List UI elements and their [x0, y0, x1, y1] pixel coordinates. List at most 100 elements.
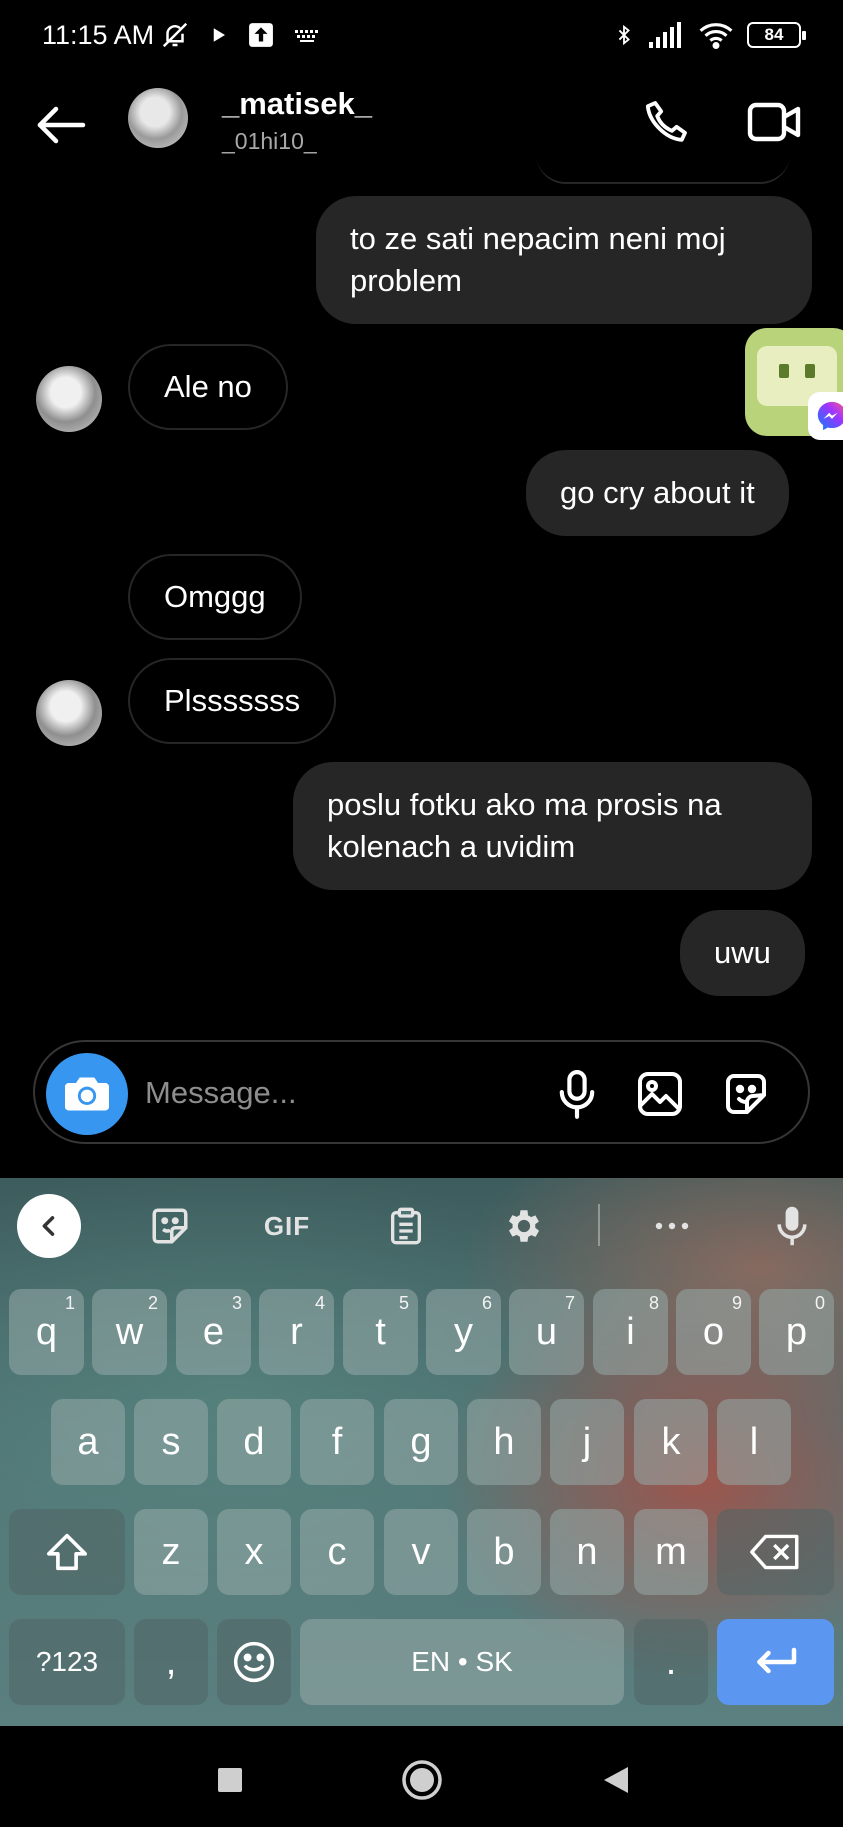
sender-avatar[interactable] [36, 366, 102, 432]
key-y[interactable]: y6 [426, 1289, 501, 1375]
battery-icon: 84 [747, 22, 806, 48]
message-thread[interactable]: to ze sati nepacim neni moj problem Ale … [0, 160, 843, 1020]
message-bubble-incoming[interactable]: Plsssssss [128, 658, 337, 744]
message-bubble-outgoing[interactable]: poslu fotku ako ma prosis na kolenach a … [293, 762, 812, 890]
key-i[interactable]: i8 [593, 1289, 668, 1375]
more-options-button[interactable] [640, 1194, 704, 1258]
key-z[interactable]: z [134, 1509, 208, 1595]
key-w[interactable]: w2 [92, 1289, 167, 1375]
emoji-key[interactable] [217, 1619, 291, 1705]
message-bubble-outgoing[interactable]: go cry about it [526, 450, 789, 536]
arrow-left-icon [37, 106, 86, 144]
backspace-icon [749, 1534, 798, 1570]
key-v[interactable]: v [384, 1509, 458, 1595]
key-x[interactable]: x [217, 1509, 291, 1595]
key-n[interactable]: n [550, 1509, 624, 1595]
image-icon [638, 1072, 682, 1116]
sender-avatar[interactable] [36, 680, 102, 746]
space-key[interactable]: EN • SK [300, 1619, 624, 1705]
gallery-button[interactable] [632, 1066, 688, 1122]
message-bubble-outgoing[interactable]: uwu [680, 910, 805, 996]
status-time: 11:15 AM [42, 20, 155, 50]
microphone-icon [777, 1206, 807, 1246]
emoji-sticker-button[interactable] [138, 1194, 202, 1258]
keyboard-settings-button[interactable] [492, 1194, 556, 1258]
more-dots-icon [655, 1222, 689, 1230]
contact-avatar[interactable] [128, 88, 188, 148]
video-camera-icon [747, 102, 801, 142]
sticker-button[interactable] [718, 1066, 774, 1122]
shift-key[interactable] [9, 1509, 125, 1595]
gif-button[interactable]: GIF [255, 1194, 319, 1258]
key-t[interactable]: t5 [343, 1289, 418, 1375]
toolbar-divider [598, 1204, 600, 1246]
sticker-face-icon [152, 1208, 188, 1244]
keyboard-icon [295, 30, 318, 42]
key-m[interactable]: m [634, 1509, 708, 1595]
phone-icon [645, 101, 687, 142]
symbols-key[interactable]: ?123 [9, 1619, 125, 1705]
key-j[interactable]: j [550, 1399, 624, 1485]
key-u[interactable]: u7 [509, 1289, 584, 1375]
key-d[interactable]: d [217, 1399, 291, 1485]
signal-icon [649, 22, 681, 48]
upload-icon [249, 23, 273, 47]
clipboard-button[interactable] [374, 1194, 438, 1258]
enter-arrow-icon [756, 1647, 796, 1674]
key-b[interactable]: b [467, 1509, 541, 1595]
messenger-icon [808, 392, 843, 440]
back-button[interactable] [30, 94, 92, 156]
shift-arrow-icon [46, 1533, 87, 1571]
keyboard-toolbar: GIF [0, 1178, 843, 1270]
voice-call-button[interactable] [636, 92, 696, 152]
camera-button[interactable] [46, 1053, 128, 1135]
clipboard-icon [391, 1207, 421, 1245]
key-s[interactable]: s [134, 1399, 208, 1485]
key-a[interactable]: a [51, 1399, 125, 1485]
contact-username[interactable]: _01hi10_ [222, 128, 317, 155]
message-composer [33, 1040, 810, 1144]
message-bubble-incoming[interactable]: Ale no [128, 344, 288, 430]
home-button[interactable] [398, 1756, 446, 1804]
key-c[interactable]: c [300, 1509, 374, 1595]
key-o[interactable]: o9 [676, 1289, 751, 1375]
enter-key[interactable] [717, 1619, 834, 1705]
backspace-key[interactable] [717, 1509, 834, 1595]
key-r[interactable]: r4 [259, 1289, 334, 1375]
key-g[interactable]: g [384, 1399, 458, 1485]
recents-button[interactable] [206, 1756, 254, 1804]
wifi-icon [699, 23, 733, 49]
camera-icon [65, 1077, 109, 1111]
status-left-icons [160, 20, 320, 50]
key-q[interactable]: q1 [9, 1289, 84, 1375]
status-right-icons: 84 [613, 20, 806, 50]
message-bubble-outgoing[interactable]: to ze sati nepacim neni moj problem [316, 196, 812, 324]
square-icon [218, 1768, 242, 1792]
previous-message-edge [536, 160, 790, 184]
period-key[interactable]: . [634, 1619, 708, 1705]
comma-key[interactable]: , [134, 1619, 208, 1705]
message-input[interactable] [145, 1068, 475, 1118]
key-k[interactable]: k [634, 1399, 708, 1485]
message-bubble-incoming[interactable]: Omggg [128, 554, 302, 640]
key-h[interactable]: h [467, 1399, 541, 1485]
sticker-icon [726, 1074, 766, 1114]
smiley-icon [233, 1641, 275, 1683]
key-p[interactable]: p0 [759, 1289, 834, 1375]
home-circle-icon [402, 1760, 442, 1800]
triangle-back-icon [604, 1767, 628, 1793]
key-l[interactable]: l [717, 1399, 791, 1485]
video-call-button[interactable] [740, 92, 810, 152]
key-f[interactable]: f [300, 1399, 374, 1485]
voice-input-button[interactable] [760, 1194, 824, 1258]
play-icon [213, 28, 225, 42]
contact-name[interactable]: _matisek_ [222, 86, 372, 122]
microphone-icon [559, 1070, 595, 1119]
keyboard-back-button[interactable] [17, 1194, 81, 1258]
on-screen-keyboard: GIF q1 w2 e3 r4 t5 y6 u7 i8 o9 p0 a s d [0, 1178, 843, 1726]
bell-off-icon [162, 22, 188, 48]
voice-message-button[interactable] [549, 1066, 605, 1122]
key-e[interactable]: e3 [176, 1289, 251, 1375]
back-nav-button[interactable] [592, 1756, 640, 1804]
bluetooth-icon [618, 24, 630, 46]
